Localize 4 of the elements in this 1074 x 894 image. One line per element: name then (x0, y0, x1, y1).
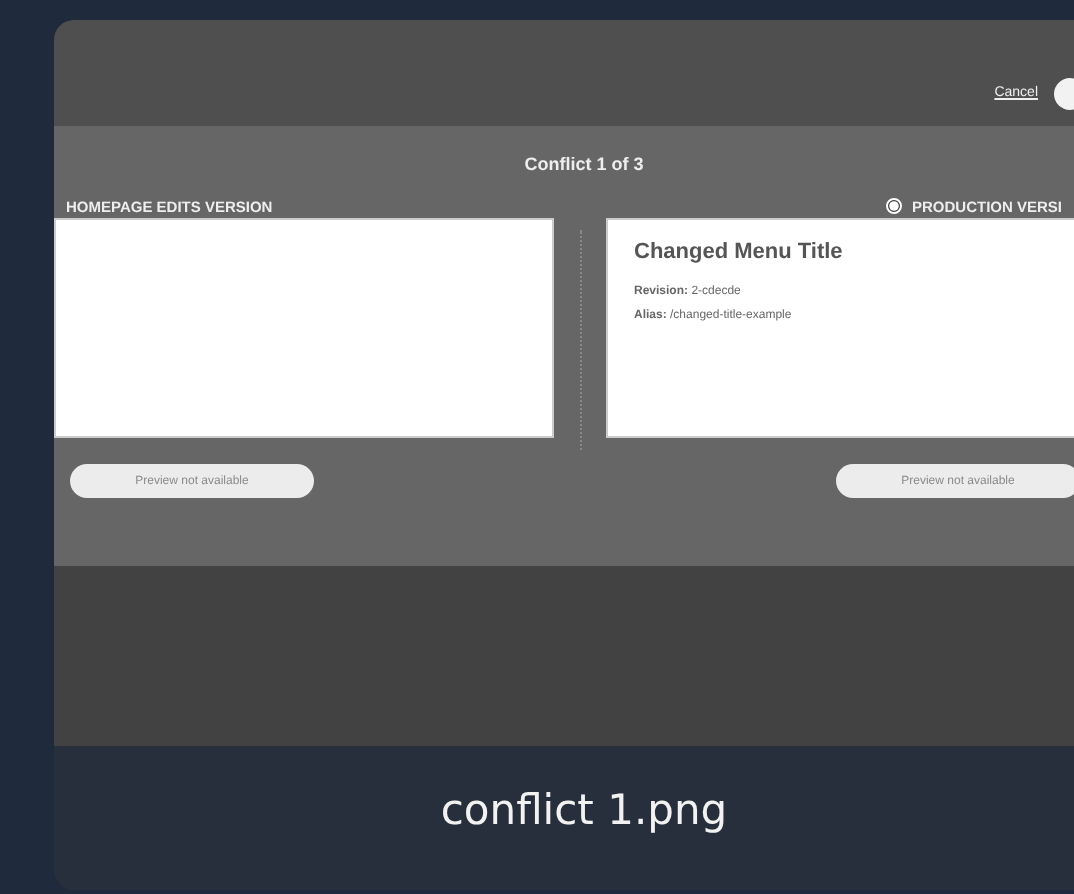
conflict-counter: Conflict 1 of 3 (522, 154, 646, 174)
radio-button[interactable] (885, 198, 902, 214)
item-title: Changed Menu Title (634, 240, 845, 264)
file-name: conflict 1.png (54, 746, 1074, 890)
